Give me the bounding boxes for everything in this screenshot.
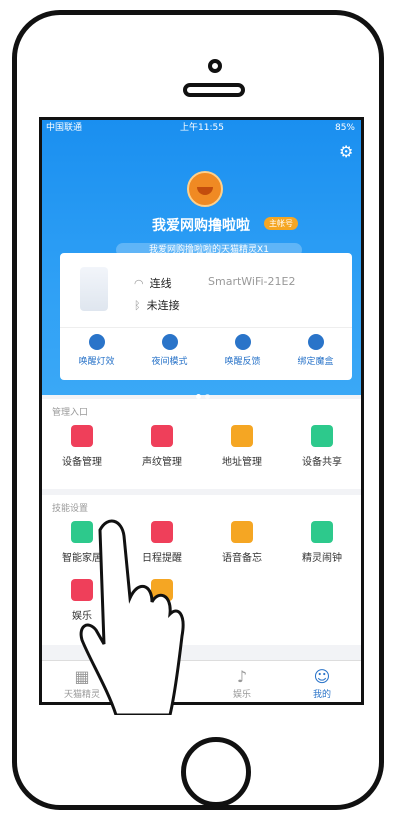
home-button[interactable] (181, 737, 251, 807)
wake-feedback-button[interactable]: 唤醒反馈 (206, 334, 279, 367)
location-icon (231, 425, 253, 447)
share-label: 设备共享 (302, 457, 342, 468)
username-label: 我爱网购撸啦啦 (152, 218, 250, 234)
user-icon: ☺ (313, 667, 331, 686)
manage-section: 管理入口 设备管理 声纹管理 地址管理 设备共享 (42, 399, 361, 489)
wake-light-label: 唤醒灯效 (78, 357, 115, 367)
lamp-icon (88, 334, 105, 350)
alarm-icon (311, 521, 333, 543)
microphone-icon (231, 521, 253, 543)
voice-memo-label: 语音备忘 (222, 553, 262, 564)
status-bar: 中国联通 上午11:55 85% (42, 120, 361, 136)
device-card[interactable]: ◠ 连线 SmartWiFi-21E2 ᛒ 未连接 唤醒灯效 夜间模式 唤醒反馈 绑… (60, 253, 352, 380)
voice-memo-item[interactable]: 语音备忘 (202, 521, 282, 564)
address-label: 地址管理 (222, 457, 262, 468)
bluetooth-icon: ᛒ (134, 299, 141, 312)
night-mode-label: 夜间模式 (151, 357, 188, 367)
moon-icon (161, 334, 178, 350)
music-tab-icon: ♪ (236, 667, 248, 686)
bind-box-button[interactable]: 绑定魔盒 (279, 334, 352, 367)
share-icon (311, 425, 333, 447)
voiceprint-icon (151, 425, 173, 447)
avatar[interactable] (187, 171, 223, 207)
device-manage-item[interactable]: 设备管理 (42, 425, 122, 468)
tab-me[interactable]: 我的 (282, 687, 361, 700)
carrier-label: 中国联通 (46, 123, 83, 133)
alarm-item[interactable]: 精灵闹钟 (282, 521, 361, 564)
speaker-device-icon (80, 267, 108, 311)
profile-header: 中国联通 上午11:55 85% ⚙ 我爱网购撸啦啦 主帐号 我爱网购撸啦啦的天… (42, 120, 361, 399)
wake-light-button[interactable]: 唤醒灯效 (60, 334, 133, 367)
music-note-icon (234, 334, 251, 350)
time-label: 上午11:55 (180, 123, 224, 133)
wifi-icon: ◠ (134, 277, 144, 290)
wifi-ssid-label: SmartWiFi-21E2 (208, 275, 296, 288)
grid-icon (71, 425, 93, 447)
night-mode-button[interactable]: 夜间模式 (133, 334, 206, 367)
wifi-status-label: 连线 (149, 277, 172, 290)
manage-title: 管理入口 (52, 408, 89, 418)
device-manage-label: 设备管理 (62, 457, 102, 468)
voiceprint-label: 声纹管理 (142, 457, 182, 468)
share-item[interactable]: 设备共享 (282, 425, 361, 468)
card-actions: 唤醒灯效 夜间模式 唤醒反馈 绑定魔盒 (60, 327, 352, 378)
gear-icon[interactable]: ⚙ (339, 144, 355, 160)
address-item[interactable]: 地址管理 (202, 425, 282, 468)
account-badge: 主帐号 (264, 217, 298, 230)
tab-entertainment[interactable]: 娱乐 (202, 687, 282, 700)
voiceprint-item[interactable]: 声纹管理 (122, 425, 202, 468)
speaker-grille (183, 83, 245, 97)
bluetooth-status-label: 未连接 (146, 299, 180, 312)
wake-feedback-label: 唤醒反馈 (224, 357, 261, 367)
hand-pointer-illustration (79, 519, 185, 715)
wifi-row: ◠ 连线 SmartWiFi-21E2 (134, 275, 295, 291)
bluetooth-row: ᛒ 未连接 (134, 297, 180, 313)
alarm-label: 精灵闹钟 (302, 553, 342, 564)
camera-dot (208, 59, 222, 73)
battery-label: 85% (334, 123, 355, 133)
bind-box-label: 绑定魔盒 (297, 357, 334, 367)
box-icon (307, 334, 324, 350)
